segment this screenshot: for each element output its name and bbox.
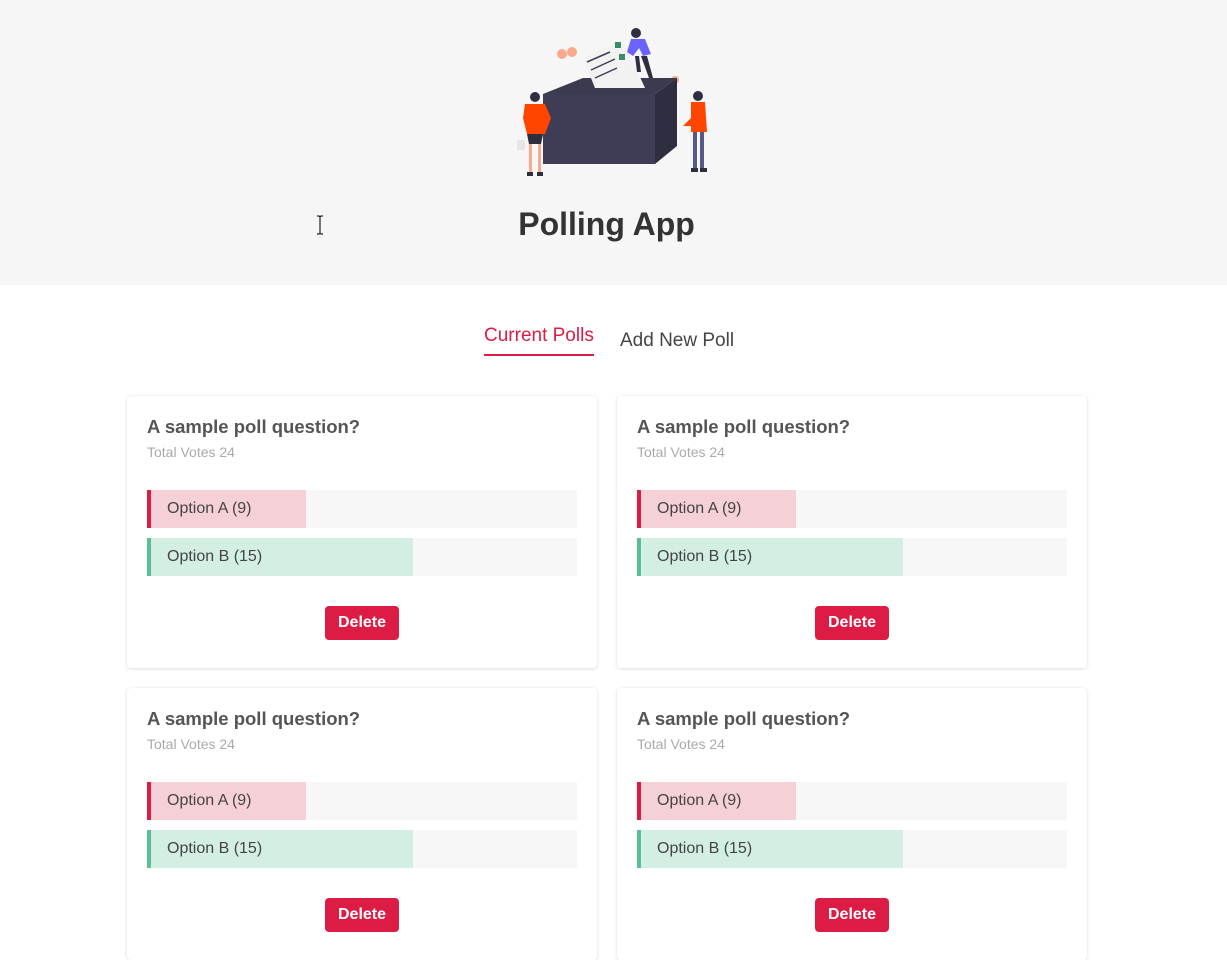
option-a-label: Option A (9) bbox=[167, 792, 252, 809]
option-b-label: Option B (15) bbox=[167, 548, 263, 565]
delete-button[interactable]: Delete bbox=[324, 606, 400, 640]
option-b-label: Option B (15) bbox=[167, 840, 263, 857]
poll-option-a[interactable]: Option A (9) bbox=[147, 490, 577, 528]
poll-option-a[interactable]: Option A (9) bbox=[637, 782, 1067, 820]
poll-option-a[interactable]: Option A (9) bbox=[147, 782, 577, 820]
text-cursor-icon bbox=[317, 215, 323, 235]
option-a-label: Option A (9) bbox=[657, 792, 742, 809]
poll-option-a[interactable]: Option A (9) bbox=[637, 490, 1067, 528]
poll-question: A sample poll question? bbox=[147, 416, 361, 437]
poll-question: A sample poll question? bbox=[147, 708, 361, 729]
poll-total-votes: Total Votes 24 bbox=[637, 736, 725, 752]
poll-tabs: Current Polls Add New Poll bbox=[0, 322, 1227, 362]
delete-button[interactable]: Delete bbox=[814, 898, 890, 932]
option-b-label: Option B (15) bbox=[657, 840, 753, 857]
poll-card: A sample poll question? Total Votes 24 O… bbox=[127, 396, 597, 668]
poll-option-b[interactable]: Option B (15) bbox=[637, 830, 1067, 868]
voting-illustration bbox=[517, 28, 707, 176]
poll-card: A sample poll question? Total Votes 24 O… bbox=[617, 688, 1087, 960]
option-b-label: Option B (15) bbox=[657, 548, 753, 565]
poll-option-b[interactable]: Option B (15) bbox=[147, 830, 577, 868]
poll-question: A sample poll question? bbox=[637, 416, 851, 437]
poll-card: A sample poll question? Total Votes 24 O… bbox=[617, 396, 1087, 668]
tab-add-new-poll[interactable]: Add New Poll bbox=[620, 330, 734, 352]
poll-option-b[interactable]: Option B (15) bbox=[147, 538, 577, 576]
option-a-label: Option A (9) bbox=[167, 500, 252, 517]
header: Polling App bbox=[0, 0, 1227, 285]
app-title: Polling App bbox=[518, 206, 695, 242]
poll-option-b[interactable]: Option B (15) bbox=[637, 538, 1067, 576]
poll-total-votes: Total Votes 24 bbox=[147, 736, 235, 752]
poll-total-votes: Total Votes 24 bbox=[147, 444, 235, 460]
poll-card: A sample poll question? Total Votes 24 O… bbox=[127, 688, 597, 960]
option-a-label: Option A (9) bbox=[657, 500, 742, 517]
delete-button[interactable]: Delete bbox=[324, 898, 400, 932]
delete-button[interactable]: Delete bbox=[814, 606, 890, 640]
tab-current-polls[interactable]: Current Polls bbox=[484, 325, 594, 356]
poll-question: A sample poll question? bbox=[637, 708, 851, 729]
poll-total-votes: Total Votes 24 bbox=[637, 444, 725, 460]
